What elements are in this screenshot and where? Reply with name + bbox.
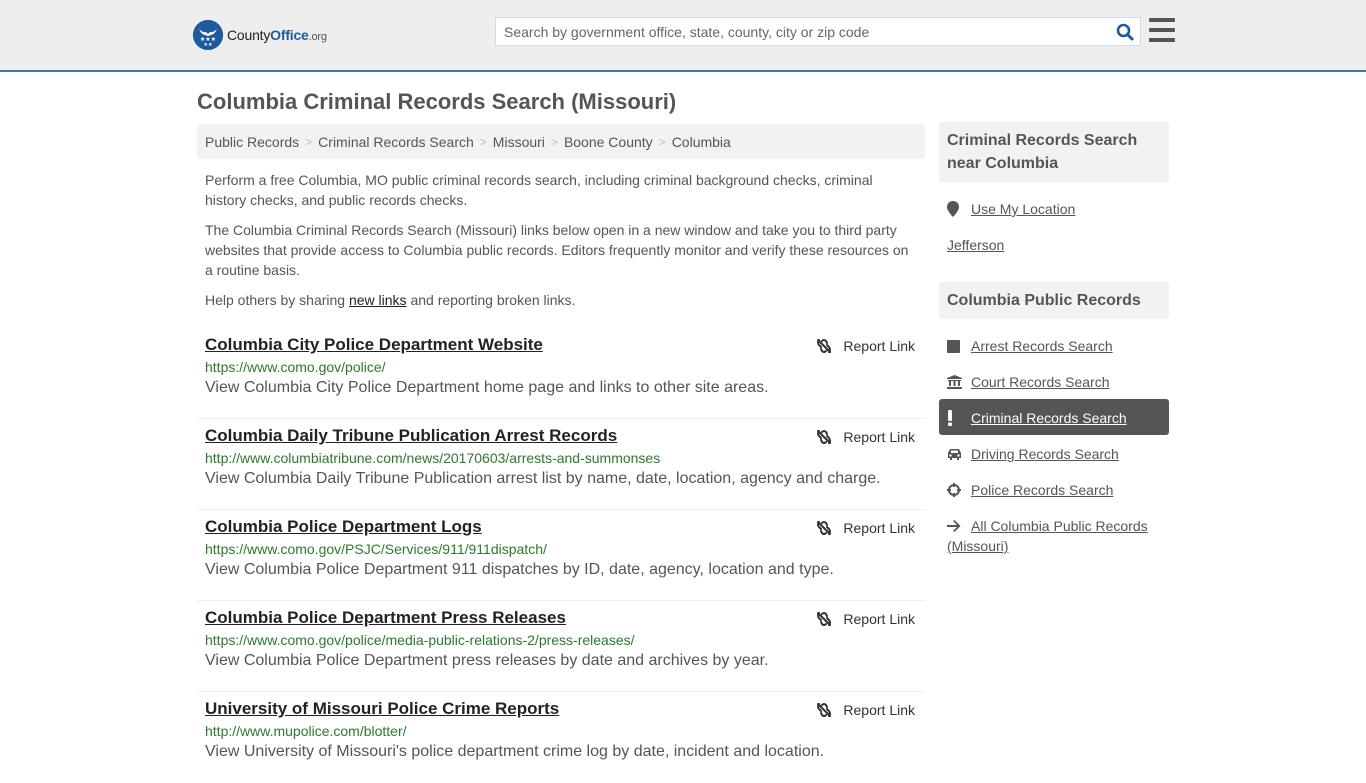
search-button[interactable]: [1110, 18, 1140, 45]
result-url[interactable]: https://www.como.gov/PSJC/Services/911/9…: [205, 541, 917, 557]
broken-link-icon: [817, 521, 832, 535]
broken-link-icon: [817, 339, 832, 353]
results-list: Columbia City Police Department Website …: [197, 328, 925, 783]
result-item: Columbia Police Department Press Release…: [197, 601, 925, 692]
intro-paragraph: Perform a free Columbia, MO public crimi…: [205, 172, 873, 208]
result-title-link[interactable]: Columbia City Police Department Website: [205, 335, 543, 355]
report-link-button[interactable]: Report Link: [816, 520, 915, 536]
svg-text:★★: ★★: [204, 42, 213, 48]
sidebar-item-arrest-records: Arrest Records Search: [939, 327, 1169, 363]
search-icon: [1116, 23, 1134, 40]
intro-text: Perform a free Columbia, MO public crimi…: [197, 170, 925, 310]
sidebar-item-police-records: Police Records Search: [939, 471, 1169, 507]
exclamation-icon: [947, 408, 971, 428]
use-my-location-link[interactable]: Use My Location: [971, 199, 1075, 219]
hamburger-menu-button[interactable]: [1149, 18, 1175, 42]
site-logo[interactable]: ★★★ ★★ CountyOffice.org: [193, 19, 327, 51]
share-paragraph: Help others by sharing new links and rep…: [205, 292, 576, 308]
sidebar-link-police-records[interactable]: Police Records Search: [971, 480, 1113, 500]
menu-bar: [1149, 18, 1175, 22]
search-input[interactable]: [496, 18, 1110, 45]
result-title-link[interactable]: Columbia Daily Tribune Publication Arres…: [205, 426, 617, 446]
broken-link-icon: [817, 703, 832, 717]
disclaimer-paragraph: The Columbia Criminal Records Search (Mi…: [205, 222, 909, 278]
breadcrumb-missouri[interactable]: Missouri: [493, 134, 545, 150]
result-description: View Columbia Daily Tribune Publication …: [205, 470, 881, 487]
breadcrumb-separator: >: [658, 134, 666, 149]
breadcrumb-criminal-records-search[interactable]: Criminal Records Search: [318, 134, 474, 150]
breadcrumb-separator: >: [550, 134, 558, 149]
report-link-button[interactable]: Report Link: [816, 429, 915, 445]
public-records-heading: Columbia Public Records: [939, 282, 1169, 319]
square-icon: [947, 336, 971, 356]
report-link-button[interactable]: Report Link: [816, 338, 915, 354]
result-description: View Columbia Police Department press re…: [205, 652, 769, 669]
map-marker-icon: [947, 199, 971, 219]
menu-bar: [1149, 38, 1175, 42]
result-item: Columbia City Police Department Website …: [197, 328, 925, 419]
result-description: View Columbia City Police Department hom…: [205, 379, 769, 396]
nearby-list: Use My Location Jefferson: [939, 190, 1169, 262]
sidebar-item-driving-records: Driving Records Search: [939, 435, 1169, 471]
sidebar: Criminal Records Search near Columbia Us…: [939, 122, 1169, 556]
broken-link-icon: [817, 430, 832, 444]
breadcrumb-separator: >: [479, 134, 487, 149]
use-my-location-item: Use My Location: [939, 190, 1169, 226]
result-description: View University of Missouri's police dep…: [205, 743, 825, 760]
new-links-link[interactable]: new links: [349, 292, 407, 308]
broken-link-icon: [817, 612, 832, 626]
sidebar-link-driving-records[interactable]: Driving Records Search: [971, 444, 1119, 464]
site-header: ★★★ ★★ CountyOffice.org: [0, 0, 1366, 72]
report-link-button[interactable]: Report Link: [816, 702, 915, 718]
breadcrumb-columbia[interactable]: Columbia: [672, 134, 731, 150]
sidebar-item-criminal-records: Criminal Records Search: [939, 399, 1169, 435]
nearby-place-link-jefferson[interactable]: Jefferson: [947, 235, 1004, 255]
result-item: University of Missouri Police Crime Repo…: [197, 692, 925, 783]
result-url[interactable]: http://www.mupolice.com/blotter/: [205, 723, 917, 739]
logo-text: CountyOffice.org: [227, 27, 327, 43]
result-item: Columbia Daily Tribune Publication Arres…: [197, 419, 925, 510]
arrow-right-icon: [947, 516, 971, 536]
result-title-link[interactable]: Columbia Police Department Logs: [205, 517, 482, 537]
result-url[interactable]: https://www.como.gov/police/: [205, 359, 917, 375]
car-icon: [947, 444, 971, 464]
search-bar: [495, 17, 1141, 46]
sidebar-item-all-public-records: All Columbia Public Records (Missouri): [939, 507, 1169, 556]
result-url[interactable]: http://www.columbiatribune.com/news/2017…: [205, 450, 917, 466]
page-title: Columbia Criminal Records Search (Missou…: [197, 89, 677, 114]
logo-eagle-icon: ★★★ ★★: [193, 20, 223, 50]
result-title-link[interactable]: University of Missouri Police Crime Repo…: [205, 699, 559, 719]
sidebar-link-all-public-records[interactable]: All Columbia Public Records (Missouri): [947, 518, 1148, 554]
breadcrumb-boone-county[interactable]: Boone County: [564, 134, 653, 150]
public-records-list: Arrest Records Search Court Records Sear…: [939, 327, 1169, 556]
result-title-link[interactable]: Columbia Police Department Press Release…: [205, 608, 566, 628]
report-link-button[interactable]: Report Link: [816, 611, 915, 627]
sidebar-link-arrest-records[interactable]: Arrest Records Search: [971, 336, 1113, 356]
result-url[interactable]: https://www.como.gov/police/media-public…: [205, 632, 917, 648]
sidebar-link-criminal-records[interactable]: Criminal Records Search: [971, 408, 1127, 428]
breadcrumb-public-records[interactable]: Public Records: [205, 134, 299, 150]
courthouse-icon: [947, 372, 971, 392]
result-item: Columbia Police Department Logs https://…: [197, 510, 925, 601]
crosshair-icon: [947, 480, 971, 500]
sidebar-item-court-records: Court Records Search: [939, 363, 1169, 399]
breadcrumb-separator: >: [305, 134, 313, 149]
result-description: View Columbia Police Department 911 disp…: [205, 561, 834, 578]
main-content: Public Records > Criminal Records Search…: [197, 124, 925, 783]
sidebar-link-court-records[interactable]: Court Records Search: [971, 372, 1110, 392]
menu-bar: [1149, 28, 1175, 32]
nearby-heading: Criminal Records Search near Columbia: [939, 122, 1169, 182]
nearby-place-item: Jefferson: [939, 226, 1169, 262]
breadcrumb: Public Records > Criminal Records Search…: [197, 124, 925, 159]
